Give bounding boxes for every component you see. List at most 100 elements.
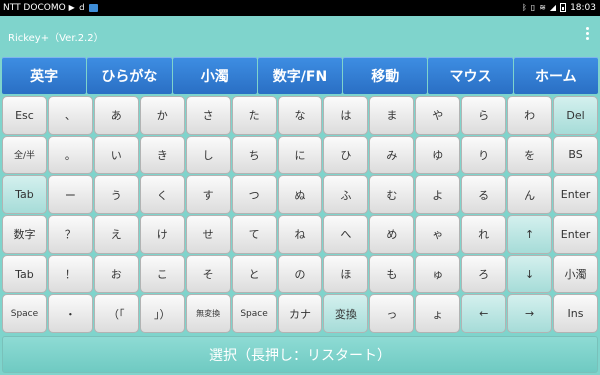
tab-number-fn[interactable]: 数字/FN xyxy=(257,57,343,94)
key[interactable]: っ xyxy=(369,294,415,333)
battery-icon xyxy=(560,3,567,12)
key[interactable]: ↑ xyxy=(507,215,553,254)
key[interactable]: と xyxy=(231,254,277,294)
key[interactable]: き xyxy=(139,135,185,175)
tab-home[interactable]: ホーム xyxy=(513,57,598,94)
tab-mouse[interactable]: マウス xyxy=(428,57,513,94)
key[interactable]: ょ xyxy=(415,294,461,333)
key[interactable]: お xyxy=(93,254,139,294)
key[interactable]: い xyxy=(93,135,139,175)
key[interactable]: ？ xyxy=(47,215,93,254)
key[interactable]: Space xyxy=(2,294,47,333)
key[interactable]: り xyxy=(461,135,507,175)
key[interactable]: す xyxy=(185,175,231,214)
key[interactable]: ひ xyxy=(323,135,369,175)
key[interactable]: に xyxy=(277,135,323,175)
key[interactable]: は xyxy=(323,96,369,135)
clock: 18:03 xyxy=(570,2,596,13)
key[interactable]: か xyxy=(139,96,185,135)
key[interactable]: ち xyxy=(231,135,277,175)
key[interactable]: Enter xyxy=(553,175,598,214)
key[interactable]: く xyxy=(139,175,185,214)
mode-tabs: 英字 ひらがな 小濁 数字/FN 移動 マウス ホーム xyxy=(2,57,598,94)
key[interactable]: る xyxy=(461,175,507,214)
key[interactable]: ー xyxy=(47,175,93,214)
key[interactable]: → xyxy=(507,294,553,333)
key-row: Tab ーうくすつぬふむよるん Enter xyxy=(2,175,598,214)
key[interactable]: え xyxy=(93,215,139,254)
key[interactable]: ↓ xyxy=(507,254,553,294)
status-bar: NTT DOCOMO ▶ ｄ ᛒ ▯ ≋ ◢ 18:03 xyxy=(0,0,600,16)
key[interactable]: BS xyxy=(553,135,598,175)
key[interactable]: た xyxy=(231,96,277,135)
key[interactable]: Enter xyxy=(553,215,598,254)
key[interactable]: や xyxy=(415,96,461,135)
key[interactable]: な xyxy=(277,96,323,135)
tab-move[interactable]: 移動 xyxy=(343,57,428,94)
key[interactable]: Del xyxy=(553,96,598,135)
carrier-label: NTT DOCOMO xyxy=(3,2,66,13)
key[interactable]: む xyxy=(369,175,415,214)
vibrate-icon: ▯ xyxy=(530,3,536,12)
key[interactable]: せ xyxy=(185,215,231,254)
key[interactable]: ← xyxy=(461,294,507,333)
key[interactable]: 数字 xyxy=(2,215,47,254)
key[interactable]: ゅ xyxy=(415,254,461,294)
key[interactable]: ろ xyxy=(461,254,507,294)
sync-icon: ｄ xyxy=(77,3,86,12)
key[interactable]: そ xyxy=(185,254,231,294)
key[interactable]: 無変換 xyxy=(185,294,231,333)
key[interactable]: の xyxy=(277,254,323,294)
key[interactable]: ぬ xyxy=(277,175,323,214)
key[interactable]: 。 xyxy=(47,135,93,175)
key[interactable]: ゃ xyxy=(415,215,461,254)
key[interactable]: ゆ xyxy=(415,135,461,175)
key[interactable]: ほ xyxy=(323,254,369,294)
key[interactable]: を xyxy=(507,135,553,175)
key[interactable]: み xyxy=(369,135,415,175)
select-restart-button[interactable]: 選択（長押し：リスタート） xyxy=(2,336,598,373)
key[interactable]: ね xyxy=(277,215,323,254)
key[interactable]: へ xyxy=(323,215,369,254)
key[interactable]: 、 xyxy=(47,96,93,135)
key[interactable]: し xyxy=(185,135,231,175)
key[interactable]: け xyxy=(139,215,185,254)
mail-icon xyxy=(88,3,98,12)
key[interactable]: よ xyxy=(415,175,461,214)
tab-small-dakuten[interactable]: 小濁 xyxy=(172,57,257,94)
key[interactable]: Esc xyxy=(2,96,47,135)
key[interactable]: も xyxy=(369,254,415,294)
key[interactable]: 全/半 xyxy=(2,135,47,175)
key[interactable]: う xyxy=(93,175,139,214)
key[interactable]: ふ xyxy=(323,175,369,214)
key[interactable]: Space xyxy=(231,294,277,333)
key[interactable]: さ xyxy=(185,96,231,135)
overflow-menu-icon[interactable] xyxy=(586,27,590,40)
key[interactable]: Ins xyxy=(553,294,598,333)
key[interactable]: 」） xyxy=(139,294,185,333)
key[interactable]: れ xyxy=(461,215,507,254)
key[interactable]: Tab xyxy=(2,254,47,294)
tab-alpha[interactable]: 英字 xyxy=(2,57,87,94)
key[interactable]: ん xyxy=(507,175,553,214)
tab-hiragana[interactable]: ひらがな xyxy=(87,57,172,94)
key[interactable]: 小濁 xyxy=(553,254,598,294)
key-row: 数字？えけせてねへめゃれ ↑ Enter xyxy=(2,215,598,254)
key[interactable]: て xyxy=(231,215,277,254)
key[interactable]: め xyxy=(369,215,415,254)
key[interactable]: ら xyxy=(461,96,507,135)
key-row: 全/半。いきしちにひみゆりを BS xyxy=(2,135,598,175)
key[interactable]: ！ xyxy=(47,254,93,294)
key[interactable]: つ xyxy=(231,175,277,214)
key[interactable]: カナ xyxy=(277,294,323,333)
key[interactable]: Tab xyxy=(2,175,47,214)
key[interactable]: あ xyxy=(93,96,139,135)
key[interactable]: ・ xyxy=(47,294,93,333)
bluetooth-icon: ᛒ xyxy=(521,3,527,12)
key[interactable]: 変換 xyxy=(323,294,369,333)
app-title: Rickey+（Ver.2.2） xyxy=(8,33,104,44)
key[interactable]: こ xyxy=(139,254,185,294)
key[interactable]: ま xyxy=(369,96,415,135)
key[interactable]: （「 xyxy=(93,294,139,333)
key[interactable]: わ xyxy=(507,96,553,135)
